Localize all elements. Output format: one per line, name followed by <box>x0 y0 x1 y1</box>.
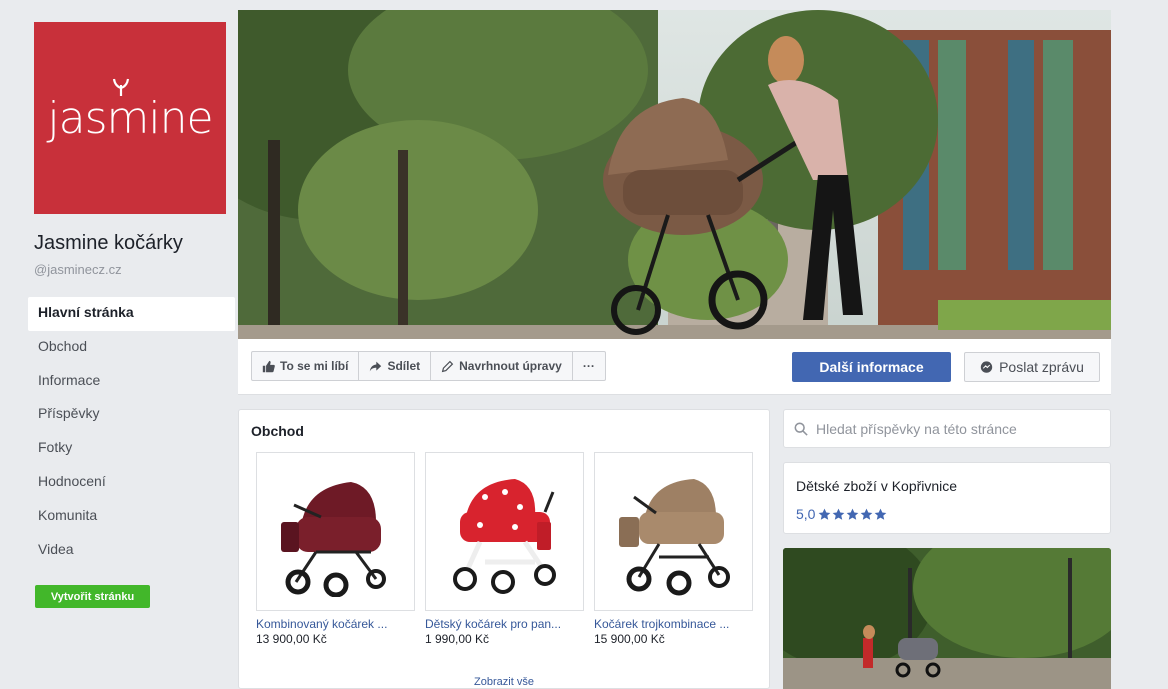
pencil-icon <box>441 360 454 372</box>
shop-title[interactable]: Obchod <box>251 423 304 439</box>
nav-item-shop[interactable]: Obchod <box>28 331 235 365</box>
create-page-button[interactable]: Vytvořit stránku <box>35 585 150 608</box>
star-icon <box>833 508 845 520</box>
action-button-group: To se mi líbí Sdílet Navrhnout úpravy ··… <box>251 351 606 381</box>
page-nav: Hlavní stránka Obchod Informace Příspěvk… <box>28 297 235 567</box>
rating-summary[interactable]: 5,0 <box>796 506 887 522</box>
send-message-label: Poslat zprávu <box>999 359 1084 375</box>
product-card[interactable]: Dětský kočárek pro pan... 1 990,00 Kč <box>425 452 584 646</box>
stroller-image <box>618 478 730 595</box>
search-input[interactable] <box>816 420 1096 437</box>
product-name[interactable]: Dětský kočárek pro pan... <box>425 617 584 631</box>
nav-item-about[interactable]: Informace <box>28 365 235 399</box>
star-icon <box>861 508 873 520</box>
more-info-button[interactable]: Další informace <box>792 352 951 382</box>
nav-item-posts[interactable]: Příspěvky <box>28 398 235 432</box>
logo-text: jasmine <box>47 78 214 144</box>
like-button[interactable]: To se mi líbí <box>252 352 360 380</box>
cover-photo[interactable] <box>238 10 1111 339</box>
nav-item-community[interactable]: Komunita <box>28 500 235 534</box>
right-gutter <box>1113 0 1168 689</box>
product-price: 15 900,00 Kč <box>594 632 665 646</box>
stroller-image <box>452 478 556 594</box>
page-logo[interactable]: jasmine <box>34 22 226 214</box>
page-action-bar: To se mi líbí Sdílet Navrhnout úpravy ··… <box>238 339 1111 395</box>
page-search-box[interactable] <box>783 409 1111 448</box>
nav-item-videos[interactable]: Videa <box>28 534 235 568</box>
messenger-icon <box>980 360 993 373</box>
like-label: To se mi líbí <box>280 359 349 373</box>
page-handle[interactable]: @jasminecz.cz <box>34 262 122 277</box>
cover-image <box>238 10 1111 339</box>
search-icon <box>794 422 808 436</box>
sprout-icon <box>113 78 130 96</box>
star-icon <box>819 508 831 520</box>
share-label: Sdílet <box>387 359 421 373</box>
star-icon <box>847 508 859 520</box>
product-price: 1 990,00 Kč <box>425 632 490 646</box>
nav-item-reviews[interactable]: Hodnocení <box>28 466 235 500</box>
product-image[interactable] <box>425 452 584 611</box>
product-card[interactable]: Kočárek trojkombinace ... 15 900,00 Kč <box>594 452 753 646</box>
rating-value: 5,0 <box>796 506 816 522</box>
more-options-button[interactable]: ··· <box>573 352 605 380</box>
product-image[interactable] <box>594 452 753 611</box>
page-title[interactable]: Jasmine kočárky <box>34 232 183 255</box>
preview-image <box>783 548 1111 689</box>
nav-item-photos[interactable]: Fotky <box>28 432 235 466</box>
product-image[interactable] <box>256 452 415 611</box>
share-arrow-icon <box>370 361 382 371</box>
star-icon <box>875 508 887 520</box>
product-name[interactable]: Kombinovaný kočárek ... <box>256 617 415 631</box>
category-rating-card: Dětské zboží v Kopřivnice 5,0 <box>783 462 1111 534</box>
suggest-edits-button[interactable]: Navrhnout úpravy <box>431 352 573 380</box>
stroller-image <box>280 481 386 597</box>
photo-preview[interactable] <box>783 548 1111 689</box>
product-price: 13 900,00 Kč <box>256 632 327 646</box>
left-column: jasmine Jasmine kočárky @jasminecz.cz Hl… <box>10 10 235 689</box>
thumbs-up-icon <box>262 360 275 372</box>
rating-stars <box>818 508 887 521</box>
suggest-edits-label: Navrhnout úpravy <box>459 359 562 373</box>
product-name[interactable]: Kočárek trojkombinace ... <box>594 617 753 631</box>
nav-item-home[interactable]: Hlavní stránka <box>28 297 235 331</box>
product-list: Kombinovaný kočárek ... 13 900,00 Kč Dět… <box>256 452 753 646</box>
show-all-link[interactable]: Zobrazit vše <box>239 676 769 688</box>
product-card[interactable]: Kombinovaný kočárek ... 13 900,00 Kč <box>256 452 415 646</box>
page-category[interactable]: Dětské zboží v Kopřivnice <box>796 478 957 494</box>
more-dots-icon: ··· <box>582 359 595 373</box>
send-message-button[interactable]: Poslat zprávu <box>964 352 1100 382</box>
share-button[interactable]: Sdílet <box>359 352 432 380</box>
shop-section: Obchod Kombinovaný kočárek ... 13 900,00… <box>238 409 770 689</box>
